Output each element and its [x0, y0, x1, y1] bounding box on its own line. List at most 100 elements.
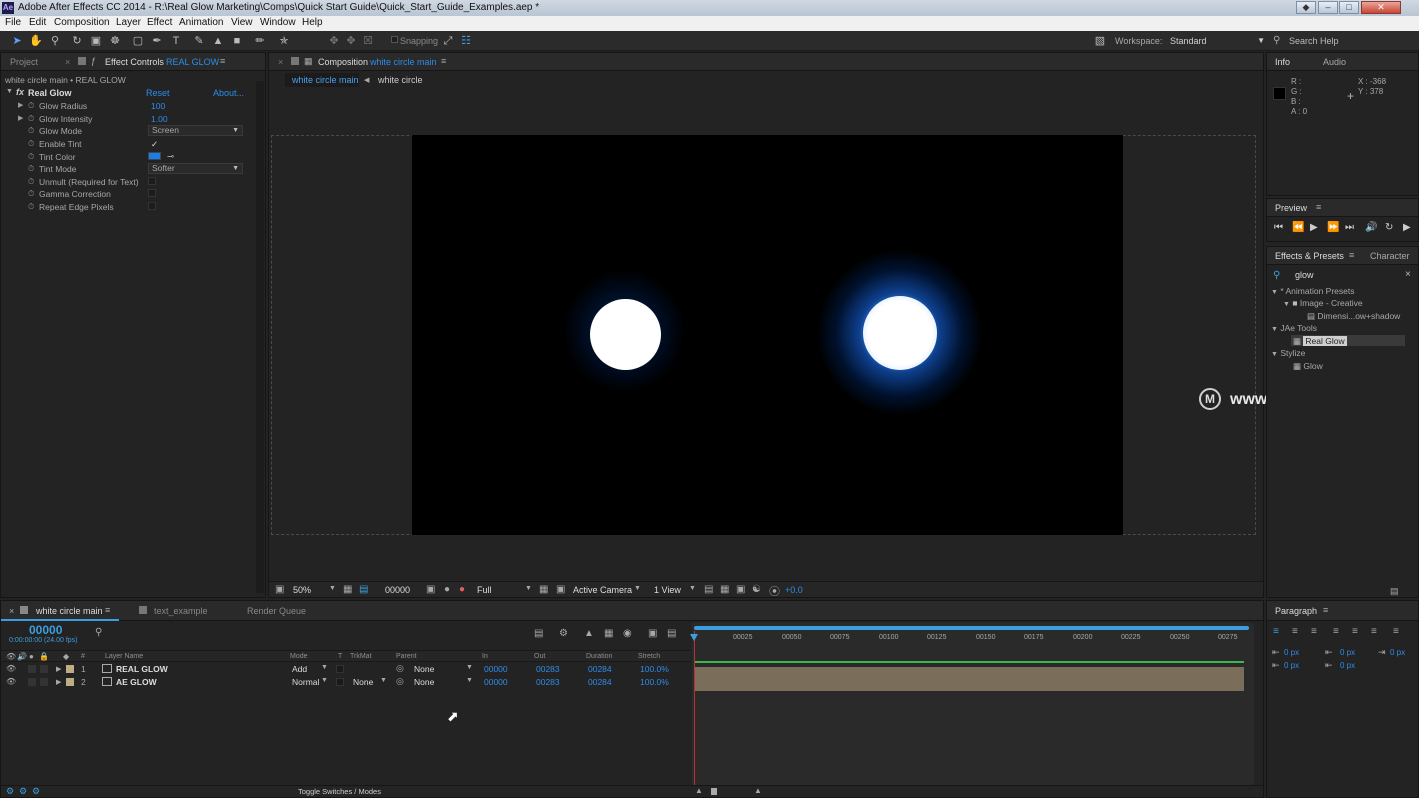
justify-left-icon[interactable]: ≡: [1333, 626, 1339, 637]
align-center-icon[interactable]: ≡: [1292, 626, 1298, 637]
transfer-controls-icon[interactable]: ⚙: [19, 786, 27, 797]
tab-layer-name[interactable]: REAL GLOW: [166, 57, 219, 67]
lock-toggle[interactable]: [40, 678, 48, 686]
always-preview-icon[interactable]: ▣: [275, 584, 284, 595]
close-icon[interactable]: ×: [65, 57, 70, 67]
last-frame-icon[interactable]: ⏭: [1345, 222, 1354, 233]
ram-preview-icon[interactable]: ▶: [1403, 222, 1411, 233]
flow-active-comp[interactable]: white circle main: [285, 73, 359, 87]
tree-image-creative[interactable]: ▼ ■ Image - Creative: [1283, 298, 1363, 308]
tree-jae-tools[interactable]: ▼ JAe Tools: [1271, 323, 1317, 333]
hand-tool-icon[interactable]: ✋: [29, 34, 43, 48]
play-icon[interactable]: ▶: [1310, 222, 1318, 233]
layer-trkmat[interactable]: None: [353, 677, 373, 687]
layer-stretch[interactable]: 100.0%: [640, 664, 669, 674]
chevron-down-icon[interactable]: ▼: [634, 585, 641, 592]
param-value[interactable]: 1.00: [151, 114, 168, 124]
comp-canvas[interactable]: [412, 135, 1123, 535]
layer-name[interactable]: REAL GLOW: [116, 664, 168, 674]
new-folder-icon[interactable]: ▤: [1390, 586, 1399, 597]
tab-character[interactable]: Character: [1370, 251, 1410, 261]
layer-label-color[interactable]: [66, 678, 74, 686]
stopwatch-icon[interactable]: ⏱: [28, 114, 34, 124]
disclosure-triangle-icon[interactable]: ▼: [1283, 301, 1290, 308]
menu-window[interactable]: Window: [260, 17, 296, 28]
loop-icon[interactable]: ↻: [1385, 222, 1393, 233]
align-left-icon[interactable]: ≡: [1273, 626, 1279, 637]
tab-effects-presets[interactable]: Effects & Presets: [1275, 251, 1344, 261]
resolution-select[interactable]: Full: [477, 585, 492, 595]
chevron-down-icon[interactable]: ▼: [380, 677, 387, 684]
pickwhip-icon[interactable]: ◎: [396, 663, 404, 674]
layer-stretch[interactable]: 100.0%: [640, 677, 669, 687]
tint-color-swatch[interactable]: [148, 152, 161, 160]
video-switch-icon[interactable]: 👁: [6, 652, 16, 661]
snapshot-icon[interactable]: ▣: [426, 584, 435, 595]
stopwatch-icon[interactable]: ⏱: [28, 202, 34, 212]
panel-menu-icon[interactable]: ≡: [1323, 605, 1328, 615]
draft-3d-icon[interactable]: ⚙: [559, 628, 568, 639]
snap-features-icon[interactable]: ☷: [459, 34, 473, 48]
region-of-interest-icon[interactable]: ▦: [343, 584, 352, 595]
playhead-line[interactable]: [694, 631, 695, 791]
camera-tool-icon[interactable]: ▣: [89, 34, 103, 48]
effect-header-row[interactable]: ▼ fx Real Glow Reset About...: [1, 87, 254, 100]
first-frame-icon[interactable]: ⏮: [1274, 222, 1283, 233]
chevron-down-icon[interactable]: ▼: [689, 585, 696, 592]
zoom-slider-handle[interactable]: [711, 788, 717, 795]
channel-icon[interactable]: ●: [459, 584, 465, 595]
chevron-down-icon[interactable]: ▼: [466, 677, 473, 684]
preserve-transparency-checkbox[interactable]: [336, 678, 344, 686]
tree-stylize[interactable]: ▼ Stylize: [1271, 348, 1305, 358]
in-out-icon[interactable]: ⚙: [32, 786, 40, 797]
layer-switches-icon[interactable]: ⚙: [6, 786, 14, 797]
rectangle-tool-icon[interactable]: ▢: [131, 34, 145, 48]
eraser-tool-icon[interactable]: ■: [230, 34, 244, 48]
tint-mode-select[interactable]: Softer: [148, 163, 243, 174]
stopwatch-icon[interactable]: ⏱: [28, 177, 34, 187]
selection-tool-icon[interactable]: ➤: [10, 34, 24, 48]
show-snapshot-icon[interactable]: ●: [444, 584, 450, 595]
disclosure-triangle-icon[interactable]: ▼: [1271, 351, 1278, 358]
close-window-button[interactable]: ✕: [1361, 1, 1401, 14]
eyedropper-icon[interactable]: ⊸: [167, 151, 174, 162]
justify-all-icon[interactable]: ≡: [1393, 626, 1399, 637]
search-icon[interactable]: ⚲: [95, 627, 102, 638]
transparency-grid-icon[interactable]: ▤: [359, 584, 368, 595]
tab-text-example[interactable]: text_example: [154, 606, 208, 616]
tab-timeline-active[interactable]: white circle main: [36, 606, 103, 616]
close-icon[interactable]: ×: [9, 606, 14, 616]
scrollbar[interactable]: [256, 81, 264, 593]
local-axis-icon[interactable]: ✥: [327, 34, 341, 48]
menu-layer[interactable]: Layer: [116, 17, 141, 28]
menu-edit[interactable]: Edit: [29, 17, 46, 28]
shy-layers-icon[interactable]: ▲: [584, 628, 594, 639]
panel-lock-icon[interactable]: [78, 57, 86, 65]
tree-dimension-preset[interactable]: ▤ Dimensi...ow+shadow: [1307, 311, 1400, 322]
layer-duration[interactable]: 00284: [588, 677, 612, 687]
effects-search-input[interactable]: glow: [1295, 270, 1314, 280]
menu-effect[interactable]: Effect: [147, 17, 172, 28]
audio-switch-icon[interactable]: 🔊: [17, 652, 27, 661]
toggle-pixel-aspect-icon[interactable]: ▤: [704, 584, 713, 595]
layer-parent[interactable]: None: [414, 664, 434, 674]
reset-exposure-icon[interactable]: ⦿: [769, 583, 780, 599]
exposure-value[interactable]: +0.0: [785, 585, 803, 595]
motion-blur-icon[interactable]: ◉: [623, 628, 632, 639]
timeline-timecode[interactable]: 00000: [29, 623, 62, 637]
tab-info[interactable]: Info: [1275, 57, 1290, 67]
glow-mode-select[interactable]: Screen: [148, 125, 243, 136]
roto-brush-tool-icon[interactable]: ✏: [253, 34, 267, 48]
layer-in[interactable]: 00000: [484, 677, 508, 687]
panel-menu-icon[interactable]: ≡: [1316, 202, 1321, 212]
panel-lock-icon[interactable]: [291, 57, 299, 65]
fast-previews-icon[interactable]: ▦: [539, 584, 548, 595]
gamma-correction-checkbox[interactable]: [148, 189, 156, 197]
tree-animation-presets[interactable]: ▼ * Animation Presets: [1271, 286, 1355, 296]
enable-tint-checkbox[interactable]: ✓: [151, 139, 158, 150]
zoom-out-icon[interactable]: ▲: [695, 786, 703, 795]
eye-icon[interactable]: 👁: [6, 664, 16, 673]
align-right-icon[interactable]: ≡: [1311, 626, 1317, 637]
space-before-value[interactable]: 0 px: [1340, 648, 1355, 657]
panel-menu-icon[interactable]: ≡: [441, 56, 446, 66]
